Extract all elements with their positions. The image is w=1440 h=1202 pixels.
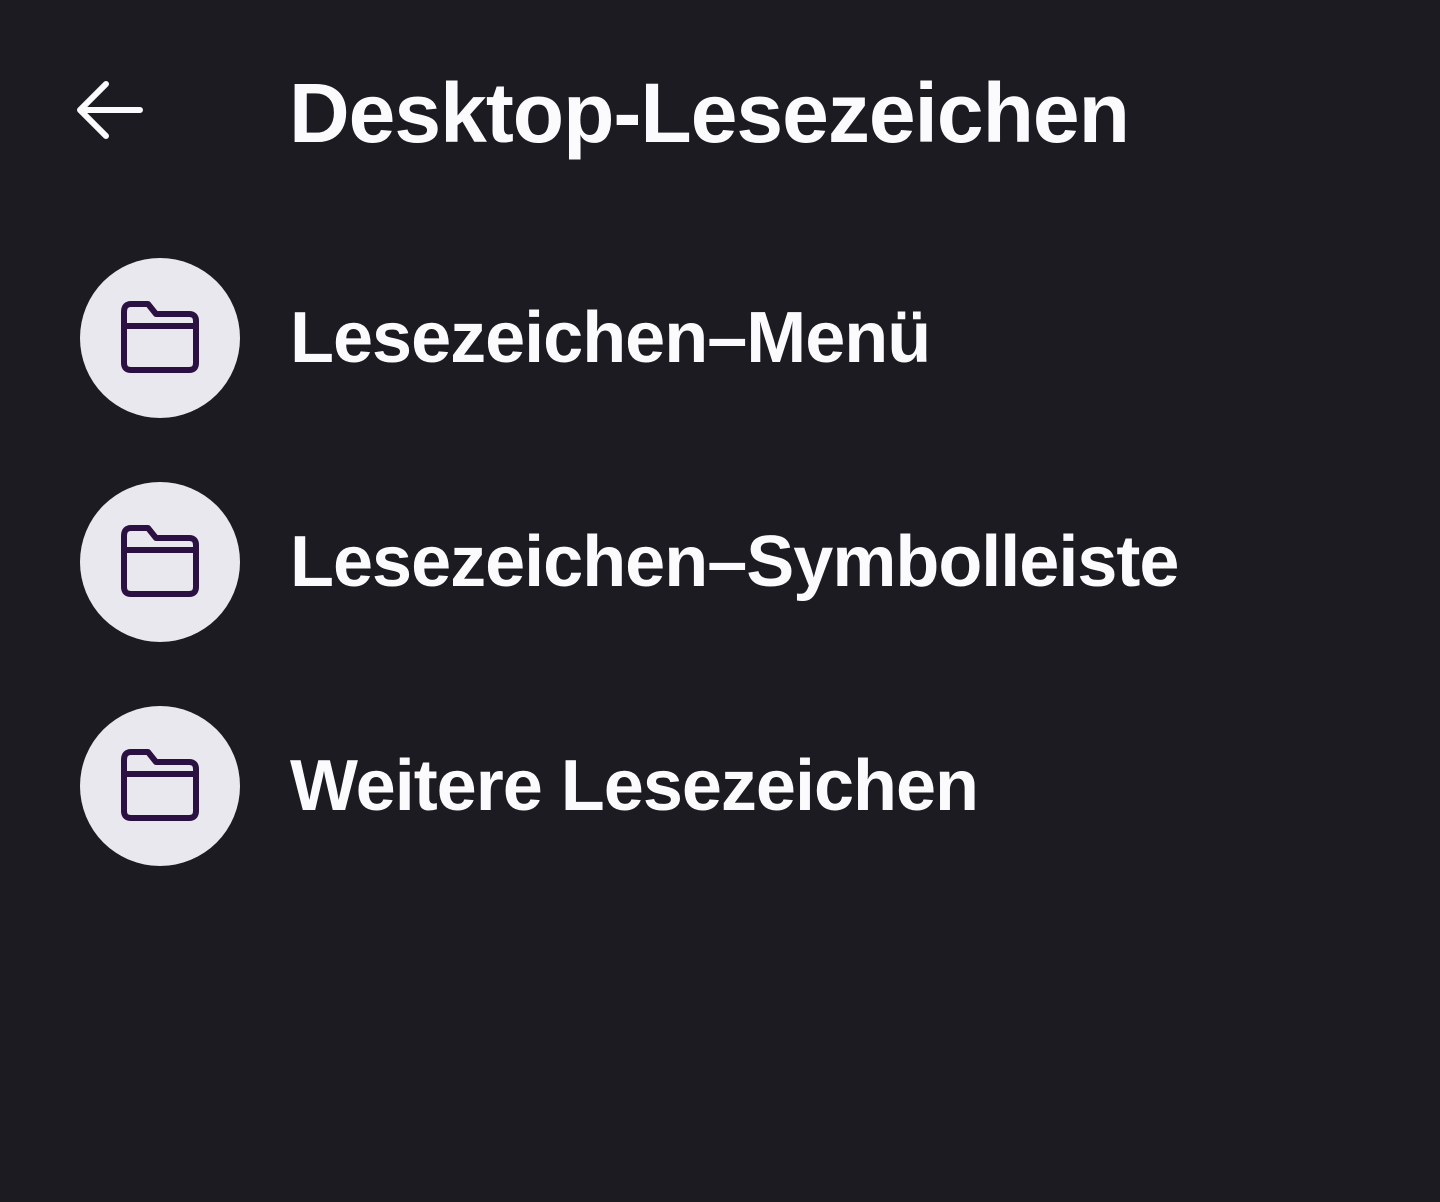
folder-avatar xyxy=(80,706,240,866)
folder-label: Weitere Lesezeichen xyxy=(290,746,979,826)
folder-item-bookmarks-toolbar[interactable]: Lesezeichen–Symbolleiste xyxy=(0,474,1440,698)
folder-label: Lesezeichen–Menü xyxy=(290,298,931,378)
folder-avatar xyxy=(80,258,240,418)
arrow-left-icon xyxy=(77,81,143,139)
bookmarks-screen: Desktop-Lesezeichen Lesezeichen–Menü Les… xyxy=(0,0,1440,1202)
app-bar: Desktop-Lesezeichen xyxy=(0,40,1440,190)
page-title: Desktop-Lesezeichen xyxy=(289,66,1130,160)
bookmark-folder-list: Lesezeichen–Menü Lesezeichen–Symbolleist… xyxy=(0,250,1440,922)
folder-icon xyxy=(121,525,199,597)
folder-label: Lesezeichen–Symbolleiste xyxy=(290,522,1179,602)
folder-icon xyxy=(121,301,199,373)
folder-icon xyxy=(121,749,199,821)
folder-avatar xyxy=(80,482,240,642)
back-button[interactable] xyxy=(56,56,164,164)
folder-item-other-bookmarks[interactable]: Weitere Lesezeichen xyxy=(0,698,1440,922)
folder-item-bookmarks-menu[interactable]: Lesezeichen–Menü xyxy=(0,250,1440,474)
